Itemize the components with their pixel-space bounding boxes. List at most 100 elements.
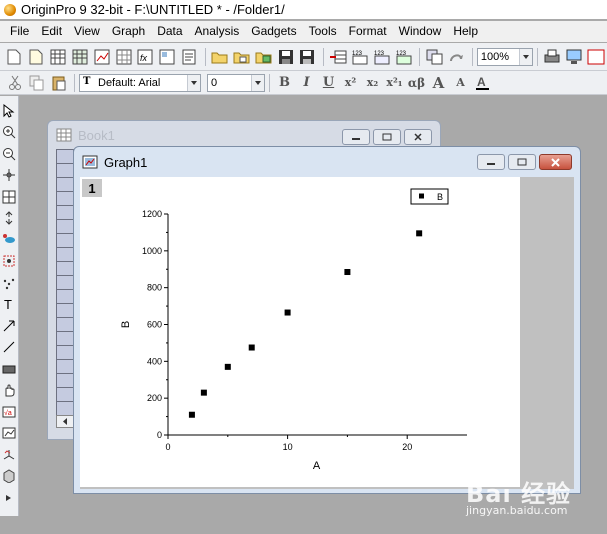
font-color-icon[interactable]: A xyxy=(472,73,493,93)
menu-data[interactable]: Data xyxy=(151,21,188,42)
save-template-icon[interactable] xyxy=(297,47,318,67)
data-point xyxy=(248,344,255,351)
graph-page[interactable]: 1 0 200 400 600 800 1000 1200 0 10 20 A B B xyxy=(80,177,520,487)
regional-mask-icon[interactable] xyxy=(1,251,18,273)
x-tick-label: 10 xyxy=(283,442,293,452)
more-tools-icon[interactable] xyxy=(1,487,18,509)
paste-icon[interactable] xyxy=(48,73,69,93)
underline-button[interactable]: U xyxy=(318,73,339,93)
new-function-icon[interactable]: fx xyxy=(135,47,156,67)
import-multiple-icon[interactable]: 123 xyxy=(372,47,393,67)
bold-button[interactable]: B xyxy=(274,73,295,93)
menu-edit[interactable]: Edit xyxy=(35,21,68,42)
graph-window-icon xyxy=(82,155,98,169)
format-toolbar: T Default: Arial 0 B I U x² x₂ x²₁ αβ A … xyxy=(0,71,607,95)
new-layout-icon[interactable] xyxy=(157,47,178,67)
insert-3d-icon[interactable] xyxy=(1,444,18,466)
print-icon[interactable] xyxy=(542,47,563,67)
book1-scroll-left-icon[interactable] xyxy=(56,415,74,428)
font-value: Default: Arial xyxy=(98,76,161,89)
menu-window[interactable]: Window xyxy=(393,21,448,42)
copy-icon[interactable] xyxy=(26,73,47,93)
y-tick-label: 400 xyxy=(147,356,162,366)
arrow-tool-icon[interactable] xyxy=(1,315,18,337)
italic-button[interactable]: I xyxy=(296,73,317,93)
graph1-close-button[interactable] xyxy=(539,154,572,170)
data-selector-icon[interactable] xyxy=(1,208,18,230)
scatter-plot[interactable]: 0 200 400 600 800 1000 1200 0 10 20 A B B xyxy=(80,177,520,487)
origin-app-icon xyxy=(4,3,16,16)
supsub-button[interactable]: x²₁ xyxy=(384,73,405,93)
graph1-window[interactable]: Graph1 1 0 200 400 600 800 1000 1200 0 10 20 A B B xyxy=(73,146,581,494)
insert-equation-icon[interactable]: √a xyxy=(1,401,18,423)
standard-toolbar: fx 123 123 123 100% xyxy=(0,43,607,71)
book1-title: Book1 xyxy=(78,127,115,143)
import-wizard-icon[interactable] xyxy=(328,47,349,67)
menu-graph[interactable]: Graph xyxy=(106,21,151,42)
superscript-button[interactable]: x² xyxy=(340,73,361,93)
data-brush-icon[interactable] xyxy=(1,229,18,251)
import-ascii-icon[interactable]: 123 xyxy=(350,47,371,67)
menu-tools[interactable]: Tools xyxy=(303,21,343,42)
refresh-window-icon[interactable] xyxy=(585,47,606,67)
new-project-icon[interactable] xyxy=(4,47,25,67)
open-excel-icon[interactable] xyxy=(253,47,274,67)
import-excel-icon[interactable]: 123 xyxy=(393,47,414,67)
screen-reader-icon[interactable] xyxy=(1,165,18,187)
open-template-icon[interactable] xyxy=(231,47,252,67)
new-matrix-icon[interactable] xyxy=(113,47,134,67)
save-project-icon[interactable] xyxy=(275,47,296,67)
menu-file[interactable]: File xyxy=(4,21,35,42)
recalculate-icon[interactable] xyxy=(446,47,467,67)
graph1-minimize-button[interactable] xyxy=(477,154,505,170)
window-title: OriginPro 9 32-bit - F:\UNTITLED * - /Fo… xyxy=(21,2,285,17)
y-tick-label: 1000 xyxy=(142,246,162,256)
zoom-in-icon[interactable] xyxy=(1,122,18,144)
menu-view[interactable]: View xyxy=(68,21,106,42)
graph1-maximize-button[interactable] xyxy=(508,154,536,170)
greek-button[interactable]: αβ xyxy=(406,73,427,93)
y-tick-label: 600 xyxy=(147,320,162,330)
watermark-url: jingyan.baidu.com xyxy=(466,504,568,517)
menu-help[interactable]: Help xyxy=(447,21,484,42)
export-page-icon[interactable] xyxy=(563,47,584,67)
text-tool-icon[interactable]: T xyxy=(1,294,18,316)
book1-maximize-button[interactable] xyxy=(373,129,401,145)
draw-data-icon[interactable] xyxy=(1,272,18,294)
font-size-select[interactable]: 0 xyxy=(207,73,265,92)
new-graph-icon[interactable] xyxy=(91,47,112,67)
y-tick-label: 200 xyxy=(147,393,162,403)
font-select[interactable]: T Default: Arial xyxy=(79,73,201,92)
chevron-down-icon[interactable] xyxy=(187,74,200,91)
book1-minimize-button[interactable] xyxy=(342,129,370,145)
pan-hand-icon[interactable] xyxy=(1,380,18,402)
menu-gadgets[interactable]: Gadgets xyxy=(245,21,302,42)
zoom-out-icon[interactable] xyxy=(1,143,18,165)
decrease-font-button[interactable]: A xyxy=(450,73,471,93)
new-excel-icon[interactable] xyxy=(70,47,91,67)
menu-format[interactable]: Format xyxy=(343,21,393,42)
subscript-button[interactable]: x₂ xyxy=(362,73,383,93)
new-workbook-icon[interactable] xyxy=(48,47,69,67)
rectangle-tool-icon[interactable] xyxy=(1,358,18,380)
chevron-down-icon[interactable] xyxy=(518,48,532,65)
svg-text:T: T xyxy=(4,297,12,311)
chevron-down-icon[interactable] xyxy=(251,74,264,91)
graph1-title: Graph1 xyxy=(104,154,148,170)
zoom-combo[interactable]: 100% xyxy=(476,47,533,66)
new-folder-icon[interactable] xyxy=(26,47,47,67)
pointer-icon[interactable] xyxy=(1,100,18,122)
line-tool-icon[interactable] xyxy=(1,337,18,359)
svg-text:fx: fx xyxy=(140,53,148,63)
open-icon[interactable] xyxy=(210,47,231,67)
book1-close-button[interactable] xyxy=(404,129,432,145)
new-notes-icon[interactable] xyxy=(179,47,200,67)
data-reader-icon[interactable] xyxy=(1,186,18,208)
increase-font-button[interactable]: A xyxy=(428,73,449,93)
duplicate-icon[interactable] xyxy=(424,47,445,67)
menu-analysis[interactable]: Analysis xyxy=(189,21,246,42)
insert-object-icon[interactable] xyxy=(1,466,18,488)
data-point xyxy=(344,269,351,276)
insert-graph-icon[interactable] xyxy=(1,423,18,445)
cut-icon[interactable] xyxy=(4,73,25,93)
